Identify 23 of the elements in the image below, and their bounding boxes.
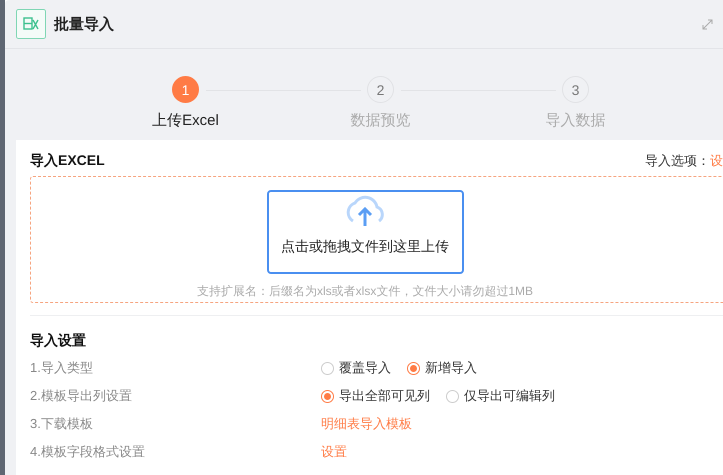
dropzone[interactable]: 点击或拖拽文件到这里上传 支持扩展名：后缀名为xls或者xlsx文件，文件大小请勿超过1MB [30,176,723,303]
setting-label: 2.模板导出列设置 [30,387,133,405]
upload-button[interactable]: 点击或拖拽文件到这里上传 [266,190,464,274]
section-title: 导入设置 [30,332,87,350]
expand-icon[interactable] [702,18,713,30]
step-number: 2 [367,76,394,103]
step-number: 1 [172,76,199,103]
step-label: 数据预览 [350,111,410,130]
step-label: 导入数据 [546,111,606,130]
setting-label: 1.导入类型 [30,359,94,377]
options-label: 导入选项： [645,153,710,168]
step-number: 3 [562,76,589,103]
section-title: 导入EXCEL [30,152,105,170]
upload-hint: 支持扩展名：后缀名为xls或者xlsx文件，文件大小请勿超过1MB [196,283,533,300]
radio-option[interactable]: 仅导出可编辑列 [446,387,555,405]
radio-option[interactable]: 新增导入 [407,359,477,377]
radio-option[interactable]: 导出全部可见列 [321,387,430,405]
setting-label: 4.模板字段格式设置 [30,443,146,461]
window-title: 批量导入 [54,14,114,34]
step-label: 上传Excel [152,111,219,130]
radio-option[interactable]: 覆盖导入 [321,359,391,377]
setting-label: 3.下载模板 [30,415,94,433]
spreadsheet-icon [16,9,46,39]
